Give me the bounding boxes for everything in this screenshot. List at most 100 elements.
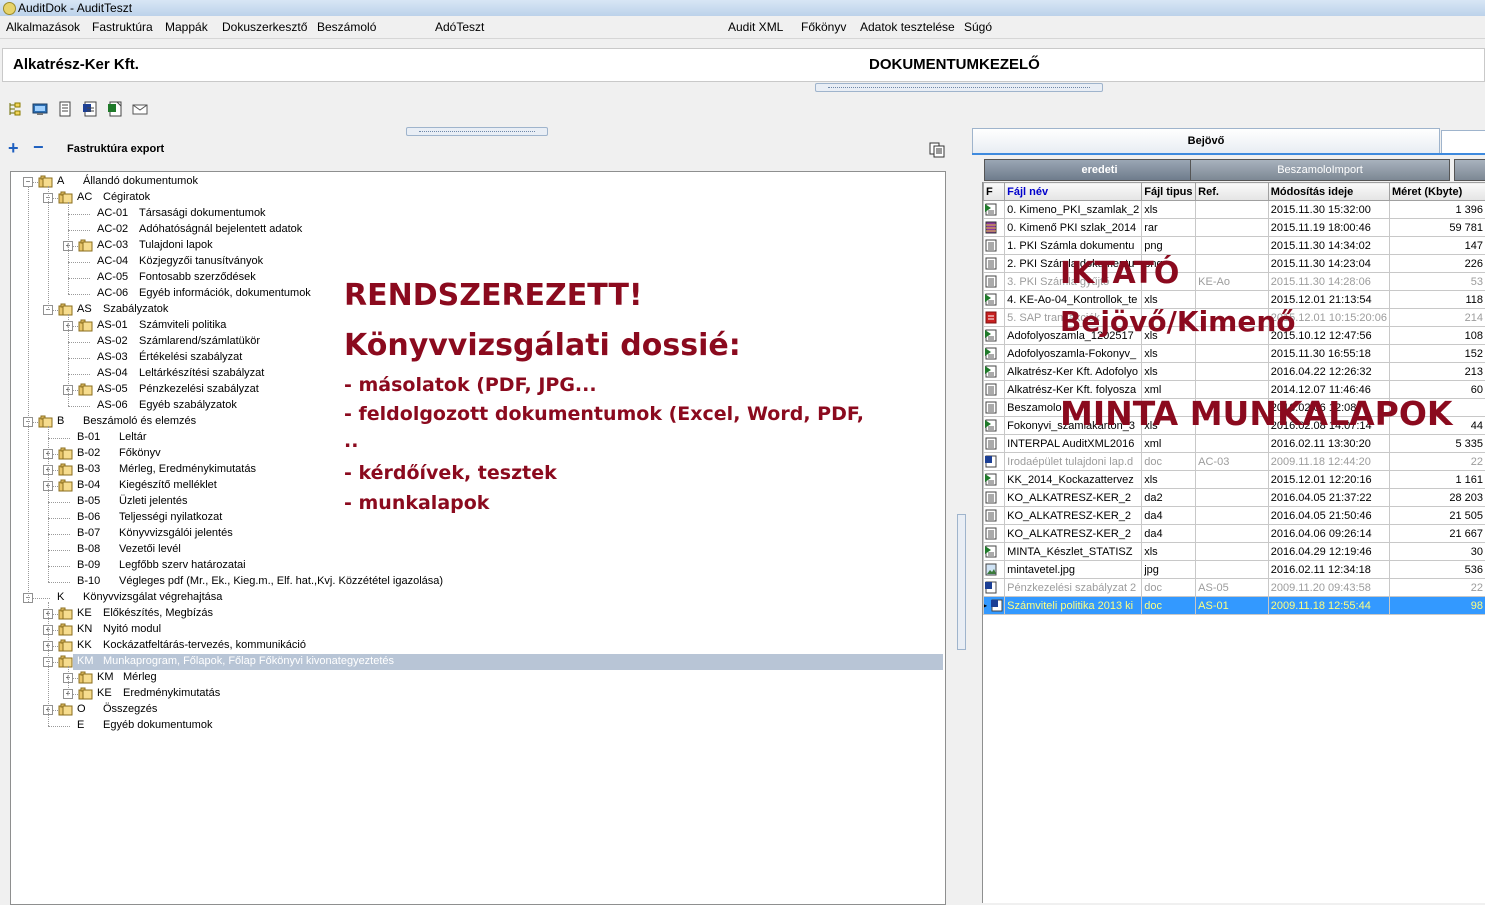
file-row[interactable]: Irodaépület tulajdoni lap.ddocAC-032009.… bbox=[984, 453, 1485, 471]
tree-node[interactable]: +B-02Főkönyv bbox=[11, 446, 941, 462]
tree-node[interactable]: −ACCégiratok bbox=[11, 190, 941, 206]
menu-mappak[interactable]: Mappák bbox=[165, 20, 208, 34]
tree-node[interactable]: +KKKockázatfeltárás-tervezés, kommunikác… bbox=[11, 638, 941, 654]
modified-cell: 2015.11.30 16:55:18 bbox=[1268, 345, 1389, 363]
menu-dokuszerkeszto[interactable]: Dokuszerkesztő bbox=[222, 20, 307, 34]
tab-bejovo[interactable]: Bejövő bbox=[972, 128, 1440, 153]
column-header[interactable]: Fájl tipus bbox=[1142, 183, 1196, 201]
file-name-cell: Irodaépület tulajdoni lap.d bbox=[1005, 453, 1142, 471]
overlay-bullet-2: - feldolgozott dokumentumok (Excel, Word… bbox=[344, 403, 864, 425]
menu-fokonyv[interactable]: Főkönyv bbox=[801, 20, 846, 34]
menu-audit-xml[interactable]: Audit XML bbox=[728, 20, 783, 34]
header-splitter[interactable] bbox=[815, 83, 1103, 92]
word-doc-icon[interactable] bbox=[82, 101, 98, 117]
tab-next[interactable] bbox=[1441, 130, 1485, 155]
modified-cell: 2016.02.11 13:30:20 bbox=[1268, 435, 1389, 453]
file-row[interactable]: 0. Kimeno_PKI_szamlak_2xls2015.11.30 15:… bbox=[984, 201, 1485, 219]
subtab-next[interactable] bbox=[1454, 159, 1485, 181]
file-row[interactable]: 2. PKI Számla dokumentupng2015.11.30 14:… bbox=[984, 255, 1485, 273]
menu-adoteszt[interactable]: AdóTeszt bbox=[435, 20, 484, 34]
menu-fastruktura[interactable]: Fastruktúra bbox=[92, 20, 153, 34]
file-row[interactable]: KO_ALKATRESZ-KER_2da22016.04.05 21:37:22… bbox=[984, 489, 1485, 507]
tree-node[interactable]: AC-01Társasági dokumentumok bbox=[11, 206, 941, 222]
word-file-icon bbox=[985, 581, 997, 594]
tree-node-code: O bbox=[77, 703, 86, 715]
tree-node-label: Közjegyzői tanusítványok bbox=[139, 255, 263, 267]
tree-node[interactable]: B-10Végleges pdf (Mr., Ek., Kieg.m., Elf… bbox=[11, 574, 941, 590]
file-icon-cell bbox=[984, 309, 1005, 327]
document-icon[interactable] bbox=[57, 101, 73, 117]
tree-node[interactable]: −KKönyvvizsgálat végrehajtása bbox=[11, 590, 941, 606]
ref-cell: AC-03 bbox=[1196, 453, 1269, 471]
tree-node[interactable]: +KNNyitó modul bbox=[11, 622, 941, 638]
menu-sugo[interactable]: Súgó bbox=[964, 20, 992, 34]
file-name-cell: KO_ALKATRESZ-KER_2 bbox=[1005, 525, 1142, 543]
image-file-icon bbox=[985, 563, 997, 576]
subtab-beszamoloimport[interactable]: BeszamoloImport bbox=[1190, 159, 1450, 181]
file-row[interactable]: 0. Kimenő PKI szlak_2014rar2015.11.19 18… bbox=[984, 219, 1485, 237]
subtab-eredeti[interactable]: eredeti bbox=[984, 159, 1215, 181]
collapse-all-button[interactable]: − bbox=[33, 138, 44, 156]
file-name-cell: MINTA_Készlet_STATISZ bbox=[1005, 543, 1142, 561]
toolbar-splitter[interactable] bbox=[406, 127, 548, 136]
file-grid[interactable]: FFájl névFájl tipusRef.Módosítás idejeMé… bbox=[982, 182, 1485, 903]
file-row[interactable]: MINTA_Készlet_STATISZxls2016.04.29 12:19… bbox=[984, 543, 1485, 561]
size-cell: 118 bbox=[1389, 291, 1485, 309]
menu-alkalmazasok[interactable]: Alkalmazások bbox=[6, 20, 80, 34]
tree-node[interactable]: B-08Vezetői levél bbox=[11, 542, 941, 558]
file-row[interactable]: Adofolyoszamla-Fokonyv_xls2015.11.30 16:… bbox=[984, 345, 1485, 363]
tree-icon[interactable] bbox=[7, 101, 23, 117]
file-row[interactable]: KK_2014_Kockazattervezxls2015.12.01 12:2… bbox=[984, 471, 1485, 489]
file-row[interactable]: 1. PKI Számla dokumentupng2015.11.30 14:… bbox=[984, 237, 1485, 255]
copy-icon[interactable] bbox=[929, 142, 945, 158]
column-header[interactable]: F bbox=[984, 183, 1005, 201]
tree-node[interactable]: AC-02Adóhatóságnál bejelentett adatok bbox=[11, 222, 941, 238]
tree-connector bbox=[68, 406, 90, 407]
file-row[interactable]: KO_ALKATRESZ-KER_2da42016.04.06 09:26:14… bbox=[984, 525, 1485, 543]
monitor-icon[interactable] bbox=[32, 101, 48, 117]
file-row[interactable]: mintavetel.jpgjpg2016.02.11 12:34:18536 bbox=[984, 561, 1485, 579]
expand-all-button[interactable]: + bbox=[8, 139, 19, 157]
tree-node[interactable]: AC-04Közjegyzői tanusítványok bbox=[11, 254, 941, 270]
window-title: AuditDok - AuditTeszt bbox=[18, 1, 132, 15]
menu-adatok-tesztelese[interactable]: Adatok tesztelése bbox=[860, 20, 955, 34]
file-row[interactable]: Alkatrész-Ker Kft. Adofolyoxls2016.04.22… bbox=[984, 363, 1485, 381]
tree-node-label: Pénzkezelési szabályzat bbox=[139, 383, 259, 395]
vertical-splitter[interactable] bbox=[954, 124, 969, 903]
tree-node-label: Üzleti jelentés bbox=[119, 495, 187, 507]
tree-node[interactable]: +KEEredménykimutatás bbox=[11, 686, 941, 702]
file-row[interactable]: ▶Számviteli politika 2013 kidocAS-012009… bbox=[984, 597, 1485, 615]
tree-node[interactable]: B-01Leltár bbox=[11, 430, 941, 446]
tree-node-code: B-04 bbox=[77, 479, 100, 491]
file-row[interactable]: INTERPAL AuditXML2016xml2016.02.11 13:30… bbox=[984, 435, 1485, 453]
column-header[interactable]: Ref. bbox=[1196, 183, 1269, 201]
file-name-cell: KO_ALKATRESZ-KER_2 bbox=[1005, 507, 1142, 525]
tree-node[interactable]: EEgyéb dokumentumok bbox=[11, 718, 941, 734]
tree-node[interactable]: +OÖsszegzés bbox=[11, 702, 941, 718]
tree-node[interactable]: −KMMunkaprogram, Főlapok, Főlap Főkönyvi… bbox=[11, 654, 941, 670]
tree-node[interactable]: B-09Legfőbb szerv határozatai bbox=[11, 558, 941, 574]
menu-beszamolo[interactable]: Beszámoló bbox=[317, 20, 376, 34]
tree-node[interactable]: +KMMérleg bbox=[11, 670, 941, 686]
column-header[interactable]: Fájl név bbox=[1005, 183, 1142, 201]
tree-node[interactable]: +KEElőkészítés, Megbízás bbox=[11, 606, 941, 622]
column-header[interactable]: Méret (Kbyte) bbox=[1389, 183, 1485, 201]
tree-node-label: Mérleg bbox=[123, 671, 157, 683]
tree-node[interactable]: +AC-03Tulajdoni lapok bbox=[11, 238, 941, 254]
folder-icon bbox=[58, 655, 73, 668]
tree-connector bbox=[68, 278, 90, 279]
tree-node[interactable]: −AÁllandó dokumentumok bbox=[11, 174, 941, 190]
tree-node-code: AC-05 bbox=[97, 271, 128, 283]
excel-export-icon[interactable] bbox=[107, 101, 123, 117]
envelope-icon[interactable] bbox=[132, 101, 148, 117]
tree-node-code: AC-03 bbox=[97, 239, 128, 251]
tree-node-code: B-02 bbox=[77, 447, 100, 459]
file-row[interactable]: KO_ALKATRESZ-KER_2da42016.04.05 21:50:46… bbox=[984, 507, 1485, 525]
column-header[interactable]: Módosítás ideje bbox=[1268, 183, 1389, 201]
folder-icon bbox=[38, 175, 53, 188]
file-row[interactable]: Pénzkezelési szabályzat 2docAS-052009.11… bbox=[984, 579, 1485, 597]
tree-node-label: Összegzés bbox=[103, 703, 157, 715]
modified-cell: 2015.11.30 14:28:06 bbox=[1268, 273, 1389, 291]
file-row[interactable]: 3. PKI Számla gyűjtőKE-Ao2015.11.30 14:2… bbox=[984, 273, 1485, 291]
tree-node[interactable]: B-07Könyvvizsgálói jelentés bbox=[11, 526, 941, 542]
